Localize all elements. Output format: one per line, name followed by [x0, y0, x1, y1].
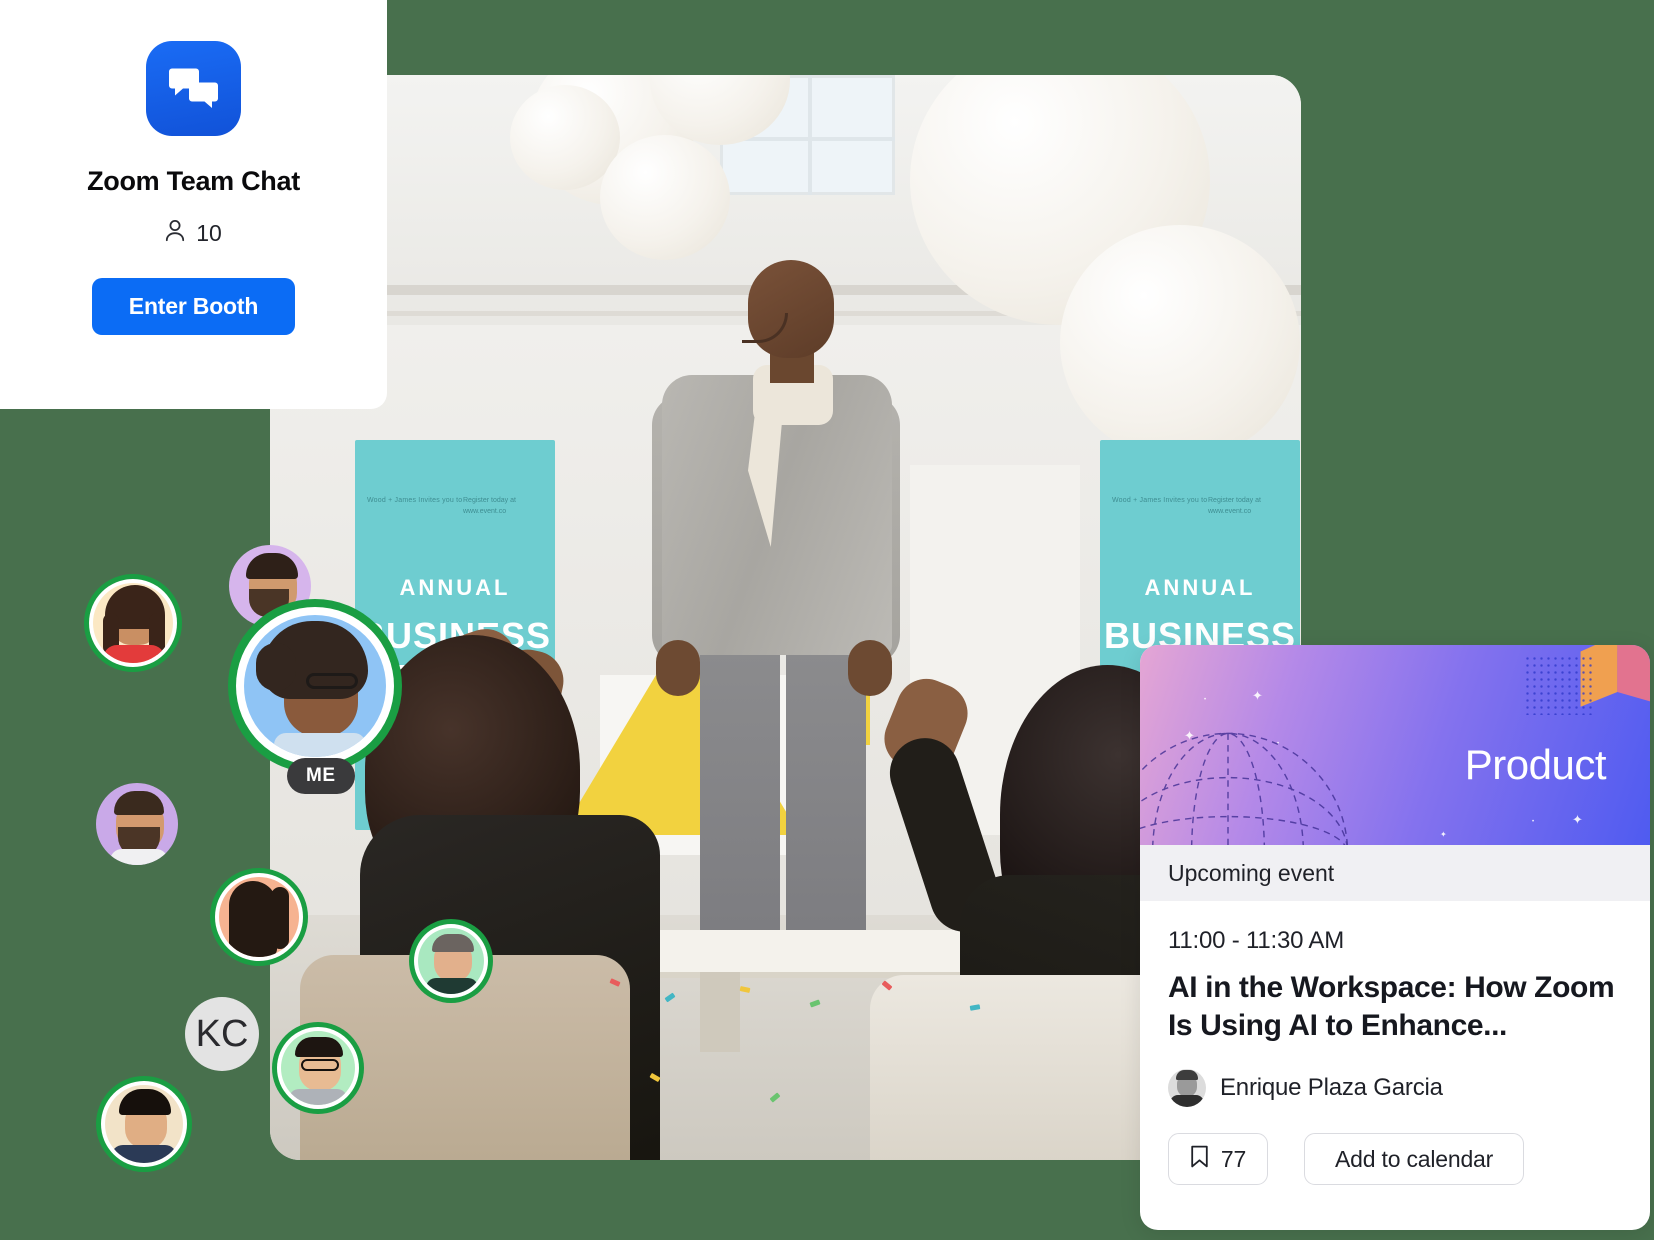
dot-pattern-graphic [1524, 655, 1594, 715]
participant-avatar-8[interactable] [281, 1031, 355, 1105]
speaker-leg-left [700, 615, 780, 945]
zoom-team-chat-logo [146, 41, 241, 136]
avatar-photo [93, 583, 173, 663]
event-speaker: Enrique Plaza Garcia [1168, 1069, 1622, 1107]
banner-annual-label: ANNUAL [1144, 575, 1256, 600]
event-status-label: Upcoming event [1168, 859, 1335, 886]
save-count: 77 [1220, 1145, 1247, 1172]
add-to-calendar-button[interactable]: Add to calendar [1304, 1133, 1525, 1185]
participant-avatar-4[interactable] [96, 783, 178, 865]
booth-card: Zoom Team Chat 10 Enter Booth [0, 0, 387, 409]
avatar-photo [281, 1031, 355, 1105]
photo-balloon [1060, 225, 1300, 460]
person-icon [165, 219, 185, 248]
speaker-head [748, 260, 834, 358]
event-status-band: Upcoming event [1140, 845, 1650, 901]
sparkle-icon: • [1532, 819, 1535, 825]
sparkle-icon: • [1204, 697, 1207, 703]
banner-annual-label: ANNUAL [399, 575, 511, 600]
event-category-label: Product [1464, 741, 1607, 788]
participant-count-value: 10 [196, 220, 222, 246]
booth-participant-count: 10 [165, 219, 222, 248]
chat-bubbles-icon [167, 61, 221, 116]
speaker-name: Enrique Plaza Garcia [1220, 1074, 1443, 1101]
upcoming-event-card[interactable]: ✦ ✦ • • ✦ • ✦ Product Upcoming event 11:… [1140, 645, 1650, 1230]
speaker-hand-right [848, 640, 892, 696]
screenshot-root: Wood + James Invites you to Register tod… [0, 0, 1654, 1240]
photo-balloon [600, 135, 730, 260]
sparkle-icon: ✦ [1572, 812, 1583, 827]
avatar-photo [244, 615, 386, 757]
sparkle-icon: ✦ [1440, 830, 1447, 839]
participant-avatar-me[interactable] [244, 615, 386, 757]
event-time: 11:00 - 11:30 AM [1168, 927, 1345, 954]
participant-avatar-9[interactable] [105, 1085, 183, 1163]
stage-platform-leg [700, 972, 740, 1052]
speaker-hand-left [656, 640, 700, 696]
avatar-photo [96, 783, 178, 865]
globe-wireframe-graphic [1140, 732, 1349, 845]
save-event-button[interactable]: 77 [1168, 1133, 1268, 1185]
event-details: 11:00 - 11:30 AM AI in the Workspace: Ho… [1140, 901, 1650, 1185]
participant-avatar-1[interactable] [93, 583, 173, 663]
bookmark-icon [1190, 1145, 1209, 1174]
event-title: AI in the Workspace: How Zoom Is Using A… [1168, 971, 1615, 1042]
enter-booth-button[interactable]: Enter Booth [92, 278, 295, 335]
banner-smallprint-right: Register today at www.event.co [1208, 497, 1261, 515]
speaker-avatar [1168, 1069, 1206, 1107]
event-action-bar: 77 Add to calendar [1168, 1133, 1622, 1185]
avatar-photo [219, 877, 299, 957]
avatar-photo [105, 1085, 183, 1163]
participant-avatar-kc[interactable]: KC [185, 997, 259, 1071]
banner-smallprint-right: Register today at www.event.co [463, 497, 516, 515]
self-participant-badge: ME [287, 758, 355, 794]
sparkle-icon: ✦ [1252, 688, 1263, 703]
booth-title: Zoom Team Chat [87, 166, 300, 196]
avatar-photo [418, 928, 484, 994]
avatar-initials: KC [195, 1012, 249, 1055]
participant-avatar-5[interactable] [219, 877, 299, 957]
sparkle-icon: • [1277, 741, 1280, 747]
sparkle-icon: ✦ [1184, 728, 1195, 743]
event-hero-banner: ✦ ✦ • • ✦ • ✦ Product [1140, 645, 1650, 845]
participant-avatar-6[interactable] [418, 928, 484, 994]
